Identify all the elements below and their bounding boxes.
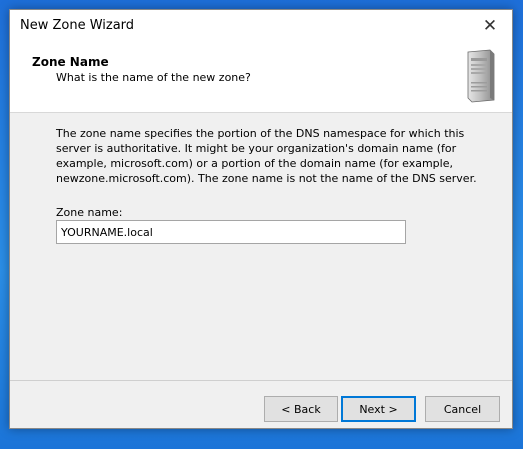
page-subtitle: What is the name of the new zone?	[56, 71, 251, 84]
wizard-header: Zone Name What is the name of the new zo…	[10, 42, 512, 113]
cancel-button[interactable]: Cancel	[425, 396, 500, 422]
title-bar: New Zone Wizard ✕	[10, 10, 512, 42]
new-zone-wizard-dialog: New Zone Wizard ✕ Zone Name What is the …	[9, 9, 513, 429]
close-button[interactable]: ✕	[468, 10, 512, 42]
zone-name-label: Zone name:	[56, 206, 123, 219]
next-button[interactable]: Next >	[341, 396, 416, 422]
back-button[interactable]: < Back	[264, 396, 338, 422]
footer-divider	[10, 380, 512, 381]
server-icon	[467, 49, 495, 103]
close-icon: ✕	[482, 16, 498, 36]
zone-name-input[interactable]	[56, 220, 406, 244]
wizard-content: The zone name specifies the portion of t…	[10, 113, 512, 378]
window-title: New Zone Wizard	[20, 18, 135, 33]
page-title: Zone Name	[32, 55, 109, 69]
zone-description: The zone name specifies the portion of t…	[56, 127, 477, 185]
